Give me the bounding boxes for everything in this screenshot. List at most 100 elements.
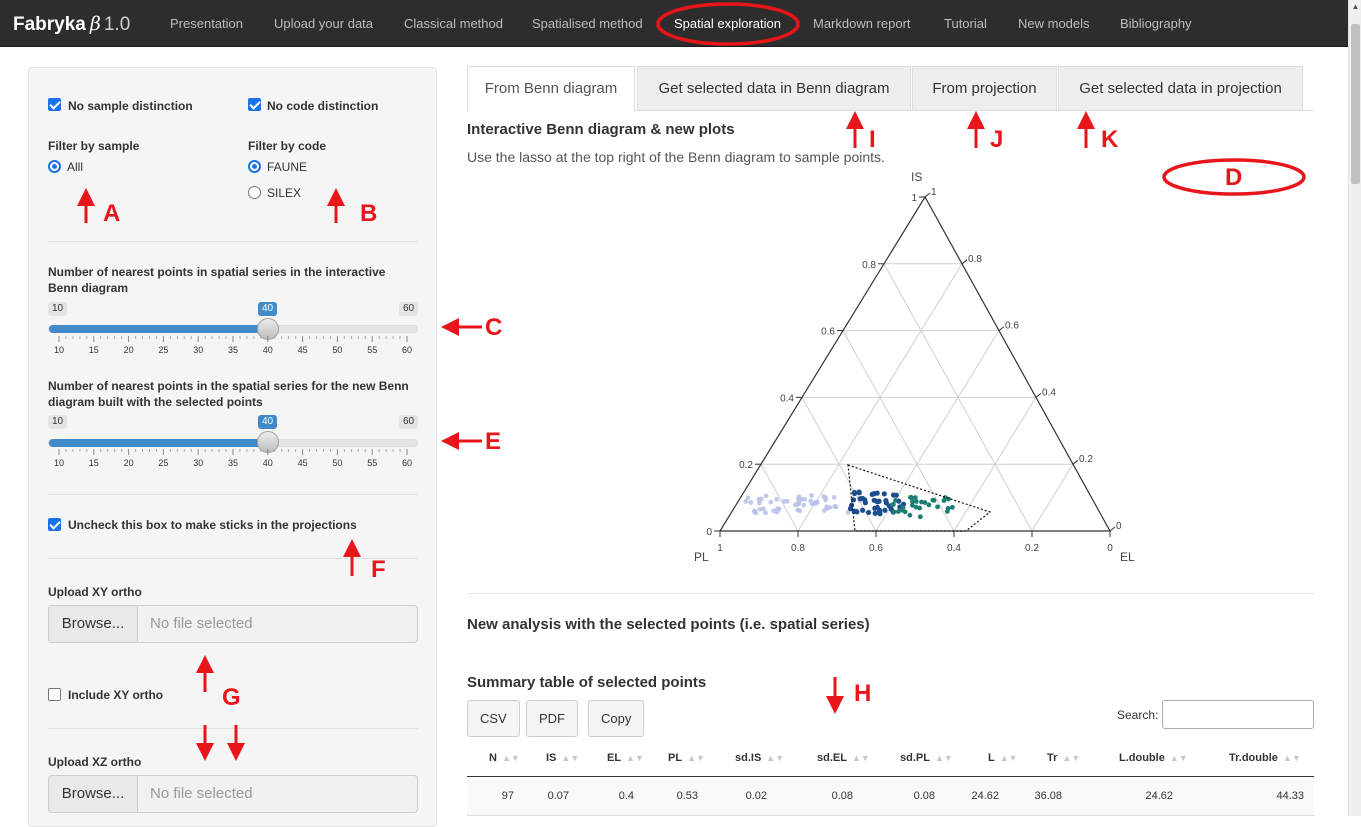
nav-markdown-report[interactable]: Markdown report [813, 16, 911, 31]
slider1-min: 10 [48, 302, 68, 316]
csv-button[interactable]: CSV [467, 700, 520, 737]
column-header[interactable]: Tr ▲▼ [1047, 752, 1080, 764]
upload-xy-file-input[interactable]: Browse... No file selected [48, 605, 418, 643]
benn-data-point [910, 499, 915, 505]
slider-tick-label: 10 [54, 458, 64, 468]
benn-tick [1072, 459, 1079, 465]
slider1-track[interactable] [48, 325, 418, 333]
benn-data-point [860, 507, 866, 513]
app-brand[interactable]: Fabryka β 1.0 [13, 13, 130, 36]
column-header[interactable]: IS ▲▼ [546, 752, 579, 764]
tab-from-projection[interactable]: From projection [912, 66, 1057, 110]
nav-new-models[interactable]: New models [1018, 16, 1090, 31]
scrollbar-thumb[interactable] [1351, 24, 1360, 184]
sidebar-panel: No sample distinction No code distinctio… [28, 67, 437, 827]
code-radio-faune[interactable] [248, 160, 261, 173]
slider2-value: 40 [258, 415, 278, 429]
slider2-min: 10 [48, 415, 68, 429]
nav-bibliography[interactable]: Bibliography [1120, 16, 1192, 31]
benn-data-point [748, 500, 754, 505]
table-cell: 44.33 [1276, 790, 1304, 802]
column-header[interactable]: L.double ▲▼ [1119, 752, 1188, 764]
nav-tutorial[interactable]: Tutorial [944, 16, 987, 31]
benn-data-point [857, 496, 863, 502]
benn-data-point [877, 511, 883, 517]
search-label: Search: [1117, 708, 1159, 722]
benn-data-point [865, 509, 872, 516]
search-input[interactable] [1162, 700, 1314, 729]
slider2-ticks: 10 15 20 25 30 35 40 45 50 55 60 [54, 449, 412, 468]
slider-tick-label: 25 [158, 458, 168, 468]
benn-tick-label-bottom: 0 [1107, 543, 1113, 554]
table-cell: 0.08 [913, 790, 935, 802]
upload-xz-file-input[interactable]: Browse... No file selected [48, 775, 418, 813]
table-cell: 0.08 [831, 790, 853, 802]
sticks-checkbox[interactable] [48, 518, 61, 531]
copy-button[interactable]: Copy [588, 700, 645, 737]
column-header[interactable]: N ▲▼ [489, 752, 520, 764]
brand-beta-symbol: β [89, 13, 101, 35]
benn-data-point [745, 495, 751, 501]
column-header[interactable]: L ▲▼ [988, 752, 1018, 764]
slider1-max: 60 [399, 302, 419, 316]
slider-tick-label: 40 [263, 345, 273, 355]
slider-tick-label: 50 [332, 345, 342, 355]
slider-tick-label: 60 [402, 458, 412, 468]
table-cell: 0.02 [745, 790, 767, 802]
benn-data-point [935, 504, 941, 510]
benn-data-point [781, 499, 787, 504]
benn-data-point [757, 506, 763, 512]
column-header[interactable]: sd.IS ▲▼ [735, 752, 784, 764]
nav-classical-method[interactable]: Classical method [404, 16, 503, 31]
pdf-button[interactable]: PDF [526, 700, 578, 737]
slider1-value: 40 [258, 302, 278, 316]
benn-data-point [774, 496, 780, 502]
no-sample-distinction-checkbox[interactable] [48, 98, 61, 111]
slider1-title: Number of nearest points in spatial seri… [48, 265, 386, 295]
tab-selected-data-projection[interactable]: Get selected data in projection [1058, 66, 1303, 110]
benn-tick-label-left: 1 [911, 193, 917, 204]
benn-data-point [862, 497, 868, 503]
benn-data-point [849, 502, 855, 508]
benn-heading: Interactive Benn diagram & new plots [467, 121, 735, 138]
tab-from-benn-diagram[interactable]: From Benn diagram [467, 66, 635, 112]
scroll-up-icon[interactable]: ▲ [1349, 0, 1361, 14]
benn-ternary-diagram[interactable]: 0010.20.20.80.40.40.60.60.60.40.80.80.21… [690, 165, 1150, 575]
slider2-max: 60 [399, 415, 419, 429]
nav-presentation[interactable]: Presentation [170, 16, 243, 31]
benn-data-point [917, 514, 923, 520]
tab-selected-data-benn[interactable]: Get selected data in Benn diagram [637, 66, 911, 110]
slider-tick-label: 45 [298, 458, 308, 468]
benn-data-point [893, 497, 898, 503]
include-xy-checkbox[interactable] [48, 688, 61, 701]
code-radio-silex[interactable] [248, 186, 261, 199]
column-header[interactable]: Tr.double ▲▼ [1229, 752, 1301, 764]
column-header[interactable]: EL ▲▼ [607, 752, 644, 764]
navbar: Fabryka β 1.0 Presentation Upload your dat… [0, 0, 1348, 47]
benn-data-point [821, 508, 827, 514]
column-header[interactable]: sd.PL ▲▼ [900, 752, 953, 764]
slider2-track[interactable] [48, 439, 418, 447]
nav-spatial-exploration[interactable]: Spatial exploration [674, 16, 781, 31]
sample-option-label: Alll [67, 160, 84, 174]
benn-data-point [796, 494, 802, 500]
page-scrollbar[interactable]: ▲ [1348, 0, 1361, 816]
table-row[interactable]: 97 0.07 0.4 0.53 0.02 0.08 0.08 24.62 36… [467, 778, 1314, 816]
sample-radio-alll[interactable] [48, 160, 61, 173]
benn-tick-label-bottom: 0.8 [791, 543, 805, 554]
benn-tick-label-right: 0.6 [1005, 321, 1019, 332]
browse-xy-button[interactable]: Browse... [49, 606, 138, 642]
annotation-label: E [485, 428, 502, 455]
nav-upload-data[interactable]: Upload your data [274, 16, 373, 31]
column-header[interactable]: sd.EL ▲▼ [817, 752, 870, 764]
browse-xz-button[interactable]: Browse... [49, 776, 138, 812]
benn-grid [718, 195, 1112, 532]
column-header[interactable]: PL ▲▼ [668, 752, 705, 764]
slider-tick-label: 40 [263, 458, 273, 468]
benn-tick-label-left: 0.6 [821, 327, 835, 338]
benn-data-point [872, 510, 878, 516]
benn-outline [718, 195, 1112, 532]
no-code-distinction-checkbox[interactable] [248, 98, 261, 111]
nav-spatialised-method[interactable]: Spatialised method [532, 16, 643, 31]
annotation-label: H [854, 680, 872, 707]
